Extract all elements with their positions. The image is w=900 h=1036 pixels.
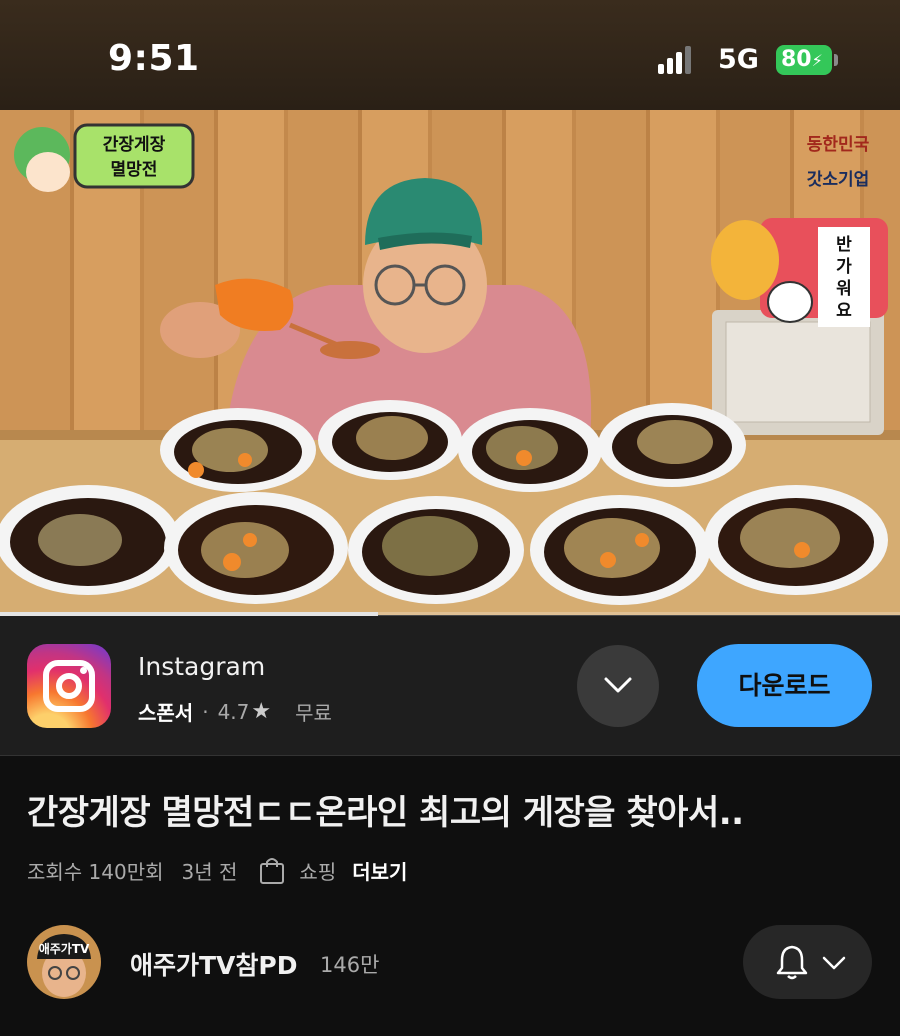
overlay-left-line2: 멸망전 [111, 160, 158, 180]
subscriber-count: 146만 [320, 953, 380, 977]
instagram-icon[interactable] [27, 644, 111, 728]
chevron-down-icon [822, 956, 846, 970]
video-stats[interactable]: 조회수 140만회 3년 전 쇼핑 더보기 [27, 855, 407, 885]
battery-level: 80 [781, 47, 812, 72]
video-player[interactable]: 반가워요 간장게장 멸망전 동한민국 갓소기업 [0, 110, 900, 615]
notification-button[interactable] [743, 925, 872, 999]
more-link[interactable]: 더보기 [352, 856, 407, 885]
expand-ad-button[interactable] [577, 645, 659, 727]
ad-meta: 스폰서 · 4.7 ★ 무료 [138, 697, 332, 726]
video-title[interactable]: 간장게장 멸망전ㄷㄷ온라인 최고의 게장을 찾아서.. [27, 785, 744, 834]
channel-avatar[interactable]: 애주가TV [27, 925, 101, 999]
rating-value: 4.7 [217, 699, 250, 724]
upload-age: 3년 전 [181, 859, 238, 884]
shopping-label: 쇼핑 [299, 859, 337, 884]
price-label: 무료 [295, 701, 332, 725]
channel-name[interactable]: 애주가TV참PD [130, 946, 297, 982]
overlay-right-line1: 동한민국 [807, 135, 870, 155]
bell-icon [776, 945, 808, 980]
video-frame: 반가워요 간장게장 멸망전 동한민국 갓소기업 [0, 110, 900, 615]
status-bar: 9:51 5G 80⚡ [0, 0, 900, 110]
download-button[interactable]: 다운로드 [697, 644, 872, 727]
overlay-right-line2: 갓소기업 [807, 170, 870, 190]
clock: 9:51 [108, 38, 200, 79]
shopping-bag-icon [260, 858, 285, 884]
overlay-left-line1: 간장게장 [103, 135, 166, 155]
ad-app-name[interactable]: Instagram [138, 652, 265, 681]
avatar-text: 애주가TV [39, 941, 90, 956]
chevron-down-icon [604, 677, 632, 693]
meta-separator: · [202, 699, 209, 724]
battery-icon: 80⚡ [776, 45, 838, 75]
sponsor-label: 스폰서 [138, 701, 194, 725]
star-icon: ★ [251, 699, 272, 724]
view-count: 조회수 140만회 [27, 859, 164, 884]
signal-icon [658, 46, 692, 74]
network-label: 5G [718, 44, 759, 75]
